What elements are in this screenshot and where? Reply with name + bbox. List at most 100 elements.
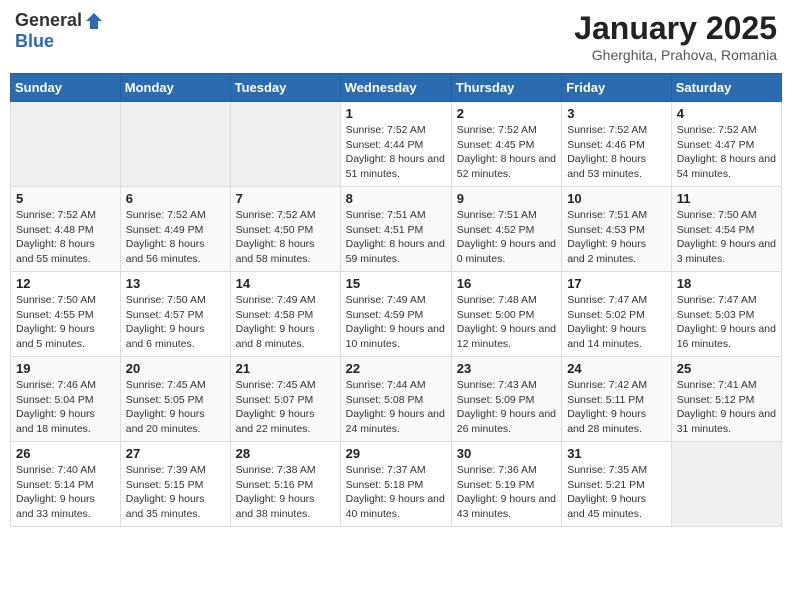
- day-number: 1: [346, 106, 446, 121]
- calendar-cell: 15 Sunrise: 7:49 AM Sunset: 4:59 PM Dayli…: [340, 272, 451, 357]
- day-info: Sunrise: 7:43 AM Sunset: 5:09 PM Dayligh…: [457, 378, 556, 437]
- weekday-header: Tuesday: [230, 74, 340, 102]
- day-info: Sunrise: 7:52 AM Sunset: 4:46 PM Dayligh…: [567, 123, 666, 182]
- weekday-header: Friday: [562, 74, 672, 102]
- calendar-cell: 20 Sunrise: 7:45 AM Sunset: 5:05 PM Dayli…: [120, 357, 230, 442]
- weekday-header: Monday: [120, 74, 230, 102]
- logo: General Blue: [15, 10, 104, 52]
- week-row: 12 Sunrise: 7:50 AM Sunset: 4:55 PM Dayli…: [11, 272, 782, 357]
- day-info: Sunrise: 7:38 AM Sunset: 5:16 PM Dayligh…: [236, 463, 335, 522]
- day-info: Sunrise: 7:39 AM Sunset: 5:15 PM Dayligh…: [126, 463, 225, 522]
- calendar-cell: 24 Sunrise: 7:42 AM Sunset: 5:11 PM Dayli…: [562, 357, 672, 442]
- calendar-cell: 2Sunrise: 7:52 AM Sunset: 4:45 PM Daylig…: [451, 102, 561, 187]
- day-number: 12: [16, 276, 115, 291]
- day-info: Sunrise: 7:41 AM Sunset: 5:12 PM Dayligh…: [677, 378, 776, 437]
- weekday-header: Saturday: [671, 74, 781, 102]
- day-info: Sunrise: 7:51 AM Sunset: 4:51 PM Dayligh…: [346, 208, 446, 267]
- day-number: 22: [346, 361, 446, 376]
- calendar-cell: 27 Sunrise: 7:39 AM Sunset: 5:15 PM Dayli…: [120, 442, 230, 527]
- day-info: Sunrise: 7:44 AM Sunset: 5:08 PM Dayligh…: [346, 378, 446, 437]
- day-number: 2: [457, 106, 556, 121]
- calendar-cell: [120, 102, 230, 187]
- day-number: 29: [346, 446, 446, 461]
- calendar-cell: 25 Sunrise: 7:41 AM Sunset: 5:12 PM Dayli…: [671, 357, 781, 442]
- calendar-cell: 13Sunrise: 7:50 AM Sunset: 4:57 PM Dayli…: [120, 272, 230, 357]
- day-number: 24: [567, 361, 666, 376]
- day-number: 10: [567, 191, 666, 206]
- day-info: Sunrise: 7:51 AM Sunset: 4:52 PM Dayligh…: [457, 208, 556, 267]
- day-info: Sunrise: 7:47 AM Sunset: 5:03 PM Dayligh…: [677, 293, 776, 352]
- weekday-header: Wednesday: [340, 74, 451, 102]
- weekday-header-row: SundayMondayTuesdayWednesdayThursdayFrid…: [11, 74, 782, 102]
- week-row: 1 Sunrise: 7:52 AM Sunset: 4:44 PM Daylig…: [11, 102, 782, 187]
- logo-icon: [84, 11, 104, 31]
- calendar-cell: 9 Sunrise: 7:51 AM Sunset: 4:52 PM Daylig…: [451, 187, 561, 272]
- logo-blue: Blue: [15, 31, 54, 52]
- calendar-cell: [671, 442, 781, 527]
- calendar: SundayMondayTuesdayWednesdayThursdayFrid…: [10, 73, 782, 527]
- day-number: 6: [126, 191, 225, 206]
- calendar-cell: 16Sunrise: 7:48 AM Sunset: 5:00 PM Dayli…: [451, 272, 561, 357]
- day-info: Sunrise: 7:49 AM Sunset: 4:58 PM Dayligh…: [236, 293, 335, 352]
- calendar-cell: 21 Sunrise: 7:45 AM Sunset: 5:07 PM Dayli…: [230, 357, 340, 442]
- day-info: Sunrise: 7:45 AM Sunset: 5:05 PM Dayligh…: [126, 378, 225, 437]
- calendar-cell: 6 Sunrise: 7:52 AM Sunset: 4:49 PM Daylig…: [120, 187, 230, 272]
- day-number: 23: [457, 361, 556, 376]
- day-number: 9: [457, 191, 556, 206]
- day-number: 19: [16, 361, 115, 376]
- day-number: 4: [677, 106, 776, 121]
- calendar-cell: 19 Sunrise: 7:46 AM Sunset: 5:04 PM Dayli…: [11, 357, 121, 442]
- calendar-cell: 7 Sunrise: 7:52 AM Sunset: 4:50 PM Daylig…: [230, 187, 340, 272]
- week-row: 5 Sunrise: 7:52 AM Sunset: 4:48 PM Daylig…: [11, 187, 782, 272]
- weekday-header: Sunday: [11, 74, 121, 102]
- day-number: 5: [16, 191, 115, 206]
- day-info: Sunrise: 7:49 AM Sunset: 4:59 PM Dayligh…: [346, 293, 446, 352]
- day-number: 31: [567, 446, 666, 461]
- calendar-cell: 31 Sunrise: 7:35 AM Sunset: 5:21 PM Dayli…: [562, 442, 672, 527]
- calendar-cell: 14 Sunrise: 7:49 AM Sunset: 4:58 PM Dayli…: [230, 272, 340, 357]
- day-number: 15: [346, 276, 446, 291]
- day-number: 14: [236, 276, 335, 291]
- calendar-cell: 26Sunrise: 7:40 AM Sunset: 5:14 PM Dayli…: [11, 442, 121, 527]
- day-number: 20: [126, 361, 225, 376]
- day-info: Sunrise: 7:46 AM Sunset: 5:04 PM Dayligh…: [16, 378, 115, 437]
- calendar-cell: 29 Sunrise: 7:37 AM Sunset: 5:18 PM Dayli…: [340, 442, 451, 527]
- day-info: Sunrise: 7:45 AM Sunset: 5:07 PM Dayligh…: [236, 378, 335, 437]
- day-info: Sunrise: 7:42 AM Sunset: 5:11 PM Dayligh…: [567, 378, 666, 437]
- day-number: 21: [236, 361, 335, 376]
- day-number: 13: [126, 276, 225, 291]
- calendar-cell: 17 Sunrise: 7:47 AM Sunset: 5:02 PM Dayli…: [562, 272, 672, 357]
- day-info: Sunrise: 7:50 AM Sunset: 4:55 PM Dayligh…: [16, 293, 115, 352]
- week-row: 19 Sunrise: 7:46 AM Sunset: 5:04 PM Dayli…: [11, 357, 782, 442]
- day-number: 17: [567, 276, 666, 291]
- calendar-cell: 11Sunrise: 7:50 AM Sunset: 4:54 PM Dayli…: [671, 187, 781, 272]
- day-info: Sunrise: 7:52 AM Sunset: 4:50 PM Dayligh…: [236, 208, 335, 267]
- calendar-cell: 10Sunrise: 7:51 AM Sunset: 4:53 PM Dayli…: [562, 187, 672, 272]
- weekday-header: Thursday: [451, 74, 561, 102]
- calendar-cell: 18 Sunrise: 7:47 AM Sunset: 5:03 PM Dayli…: [671, 272, 781, 357]
- calendar-cell: [230, 102, 340, 187]
- day-info: Sunrise: 7:52 AM Sunset: 4:48 PM Dayligh…: [16, 208, 115, 267]
- day-info: Sunrise: 7:50 AM Sunset: 4:54 PM Dayligh…: [677, 208, 776, 267]
- day-info: Sunrise: 7:52 AM Sunset: 4:44 PM Dayligh…: [346, 123, 446, 182]
- day-number: 18: [677, 276, 776, 291]
- day-number: 27: [126, 446, 225, 461]
- day-number: 30: [457, 446, 556, 461]
- day-info: Sunrise: 7:52 AM Sunset: 4:49 PM Dayligh…: [126, 208, 225, 267]
- calendar-cell: 30 Sunrise: 7:36 AM Sunset: 5:19 PM Dayli…: [451, 442, 561, 527]
- day-info: Sunrise: 7:35 AM Sunset: 5:21 PM Dayligh…: [567, 463, 666, 522]
- day-number: 8: [346, 191, 446, 206]
- title-section: January 2025 Gherghita, Prahova, Romania: [574, 10, 777, 63]
- logo-general: General: [15, 10, 82, 31]
- day-info: Sunrise: 7:37 AM Sunset: 5:18 PM Dayligh…: [346, 463, 446, 522]
- calendar-cell: [11, 102, 121, 187]
- calendar-cell: 22 Sunrise: 7:44 AM Sunset: 5:08 PM Dayli…: [340, 357, 451, 442]
- day-number: 16: [457, 276, 556, 291]
- location: Gherghita, Prahova, Romania: [574, 47, 777, 63]
- day-number: 7: [236, 191, 335, 206]
- day-info: Sunrise: 7:47 AM Sunset: 5:02 PM Dayligh…: [567, 293, 666, 352]
- day-info: Sunrise: 7:36 AM Sunset: 5:19 PM Dayligh…: [457, 463, 556, 522]
- day-number: 25: [677, 361, 776, 376]
- calendar-cell: 12 Sunrise: 7:50 AM Sunset: 4:55 PM Dayli…: [11, 272, 121, 357]
- calendar-cell: 4Sunrise: 7:52 AM Sunset: 4:47 PM Daylig…: [671, 102, 781, 187]
